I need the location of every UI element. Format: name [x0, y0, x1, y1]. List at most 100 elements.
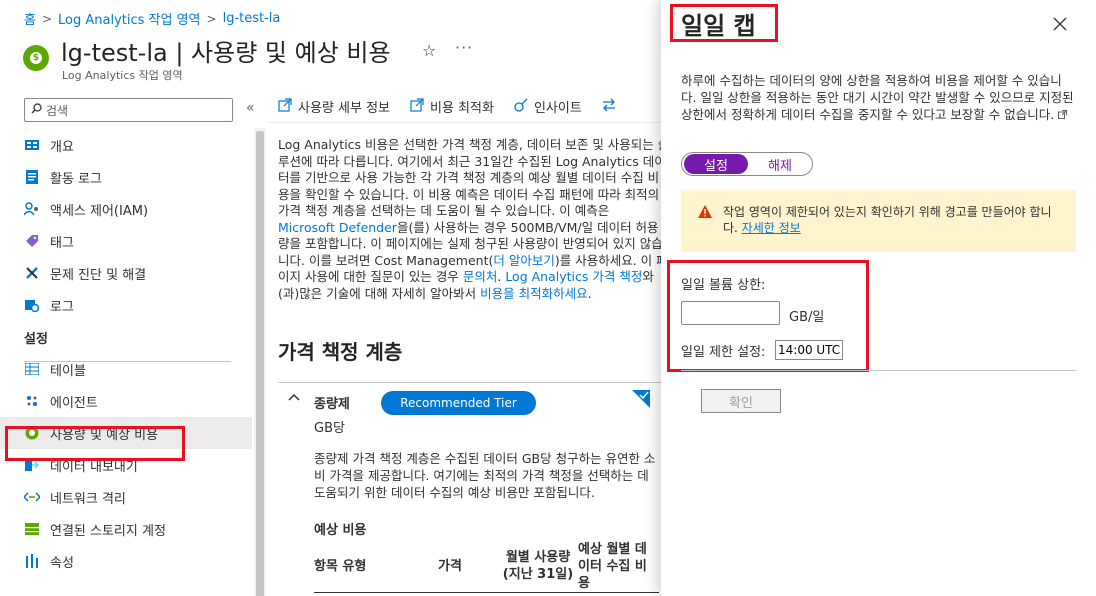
sidebar-item-logs[interactable]: 로그	[0, 289, 252, 321]
learn-more-link[interactable]: 더 알아보기	[493, 253, 554, 268]
sidebar-item-iam[interactable]: 액세스 제어(IAM)	[0, 193, 252, 225]
external-link-icon	[278, 97, 292, 116]
usage-details-button[interactable]: 사용량 세부 정보	[278, 97, 390, 116]
sidebar-item-label: 속성	[50, 555, 74, 571]
table-header-line	[314, 592, 659, 593]
search-placeholder: 검색	[46, 103, 69, 118]
toolbar: 사용량 세부 정보 비용 최적화 인사이트	[278, 97, 616, 116]
external-link-icon	[410, 97, 424, 116]
tier-unit: GB당	[314, 421, 345, 436]
sidebar-item-overview[interactable]: 개요	[0, 129, 252, 161]
column-header: 예상 월별 데이터 수집 비용	[578, 542, 647, 591]
sidebar-item-tables[interactable]: 테이블	[0, 353, 252, 385]
panel-description-text: 하루에 수집하는 데이터의 양에 상한을 적용하여 비용을 제어할 수 있습니다…	[681, 73, 1074, 122]
sidebar-item-label: 액세스 제어(IAM)	[50, 203, 149, 219]
close-icon[interactable]	[1053, 12, 1067, 36]
cost-optimization-button[interactable]: 비용 최적화	[410, 97, 494, 116]
tier-divider	[278, 382, 662, 383]
overview-icon	[24, 137, 40, 153]
sidebar-item-label: 문제 진단 및 해결	[50, 267, 147, 283]
sidebar-item-label: 태그	[50, 235, 74, 251]
column-header: 항목 유형	[314, 559, 367, 574]
daily-cap-panel: 일일 캡 하루에 수집하는 데이터의 양에 상한을 적용하여 비용을 제어할 수…	[661, 0, 1096, 596]
switch-arrows-icon	[602, 98, 616, 116]
sidebar-item-properties[interactable]: 속성	[0, 545, 252, 577]
storage-icon	[24, 521, 40, 537]
page-title: lg-test-la | 사용량 및 예상 비용	[61, 39, 391, 67]
breadcrumb-separator: >	[41, 11, 53, 26]
breadcrumb-home[interactable]: 홈	[24, 9, 36, 28]
confirm-button[interactable]: 확인	[701, 389, 781, 413]
page-subtitle: Log Analytics 작업 영역	[62, 69, 183, 82]
star-icon[interactable]: ☆	[422, 41, 436, 60]
optimize-cost-link[interactable]: 비용을 최적화하세요	[480, 286, 587, 301]
panel-description: 하루에 수집하는 데이터의 양에 상한을 적용하여 비용을 제어할 수 있습니다…	[681, 72, 1076, 124]
sidebar-item-label: 로그	[50, 299, 74, 315]
recommended-tier-badge: Recommended Tier	[381, 391, 536, 415]
insights-label: 인사이트	[533, 101, 582, 116]
highlight-box	[670, 4, 778, 42]
toolbar-divider	[268, 122, 668, 123]
breadcrumb-separator: >	[206, 11, 217, 26]
breadcrumb-workspaces[interactable]: Log Analytics 작업 영역	[58, 9, 201, 28]
daily-cap-toggle[interactable]: 설정 해제	[681, 152, 813, 176]
main-content: Log Analytics 비용은 선택한 가격 책정 계층, 데이터 보존 및…	[278, 137, 662, 325]
usage-details-label: 사용량 세부 정보	[298, 101, 390, 116]
activity-log-icon	[24, 169, 40, 185]
breadcrumb-resource[interactable]: lg-test-la	[223, 11, 281, 26]
sidebar-item-activity-log[interactable]: 활동 로그	[0, 161, 252, 193]
pricing-description: Log Analytics 비용은 선택한 가격 책정 계층, 데이터 보존 및…	[278, 137, 662, 325]
wrench-icon	[24, 265, 40, 281]
highlight-box	[5, 426, 185, 461]
learn-more-link[interactable]: 자세한 정보	[742, 221, 801, 235]
description-text: Log Analytics 비용은 선택한 가격 책정 계층, 데이터 보존 및…	[278, 137, 662, 218]
search-icon	[31, 103, 42, 117]
network-icon	[24, 489, 40, 505]
insights-icon	[514, 98, 528, 116]
sidebar-item-diagnose[interactable]: 문제 진단 및 해결	[0, 257, 252, 289]
external-link-icon[interactable]	[1058, 109, 1068, 122]
tier-description: 종량제 가격 책정 계층은 수집된 데이터 GB당 청구하는 유연한 소비 가격…	[314, 451, 656, 500]
contact-link[interactable]: 문의처	[463, 269, 498, 284]
estimated-cost-label: 예상 비용	[314, 523, 367, 538]
pricing-link[interactable]: Log Analytics 가격 책정	[505, 269, 642, 284]
switch-button[interactable]	[602, 97, 616, 116]
warning-icon	[697, 204, 713, 220]
sidebar-item-tags[interactable]: 태그	[0, 225, 252, 257]
cost-table-header: 항목 유형 가격 월별 사용량 (지난 31일) 예상 월별 데이터 수집 비용	[314, 541, 664, 591]
logs-icon	[24, 297, 40, 313]
sidebar-section-settings: 설정	[24, 331, 48, 347]
table-icon	[24, 361, 40, 377]
agent-icon	[24, 393, 40, 409]
selected-corner-icon	[632, 390, 650, 408]
toggle-on-option[interactable]: 설정	[684, 154, 748, 174]
sidebar-item-label: 연결된 스토리지 계정	[50, 523, 166, 539]
highlight-box	[667, 260, 869, 372]
sidebar-item-label: 개요	[50, 139, 74, 155]
column-header: 가격	[438, 559, 462, 574]
sidebar-item-agents[interactable]: 에이전트	[0, 385, 252, 417]
more-icon[interactable]: ···	[455, 38, 473, 57]
defender-link[interactable]: Microsoft Defender	[278, 220, 397, 235]
search-input[interactable]: 검색	[24, 98, 233, 122]
sidebar-item-network[interactable]: 네트워크 격리	[0, 481, 252, 513]
collapse-sidebar-icon[interactable]: «	[246, 100, 255, 116]
warning-message: 작업 영역이 제한되어 있는지 확인하기 위해 경고를 만들어야 합니다. 자세…	[681, 190, 1076, 252]
description-text: .	[587, 285, 592, 301]
insights-button[interactable]: 인사이트	[514, 97, 582, 116]
sidebar-item-storage[interactable]: 연결된 스토리지 계정	[0, 513, 252, 545]
sidebar-item-label: 활동 로그	[50, 171, 102, 187]
sidebar-item-label: 네트워크 격리	[50, 491, 126, 507]
toggle-off-option[interactable]: 해제	[748, 155, 812, 174]
cost-optimization-label: 비용 최적화	[430, 101, 494, 116]
chevron-up-icon[interactable]	[288, 390, 300, 405]
breadcrumb: 홈 > Log Analytics 작업 영역 > lg-test-la	[24, 9, 280, 28]
iam-icon	[24, 201, 40, 217]
tier-name: 종량제	[314, 397, 350, 412]
scrollbar-thumb[interactable]	[256, 131, 264, 596]
usage-cost-resource-icon: $	[23, 45, 49, 71]
column-header: 월별 사용량 (지난 31일)	[502, 550, 574, 582]
panel-divider	[681, 370, 1076, 371]
sidebar-divider	[24, 361, 231, 362]
sidebar-scrollbar[interactable]	[254, 128, 266, 596]
